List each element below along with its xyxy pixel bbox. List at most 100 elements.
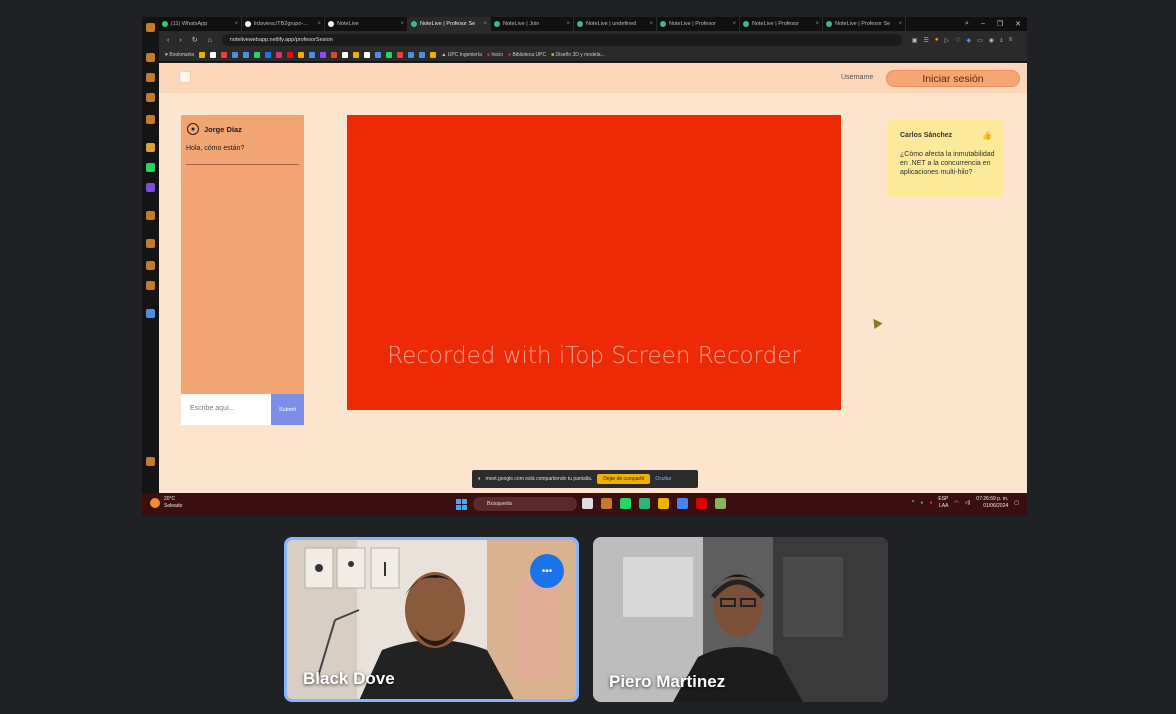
menu-icon[interactable]: ≡ xyxy=(1009,37,1013,44)
app-icon[interactable] xyxy=(146,183,155,192)
wallet-icon[interactable]: ▭ xyxy=(977,37,983,44)
close-icon[interactable]: × xyxy=(400,21,404,27)
app-logo[interactable] xyxy=(179,71,191,83)
browser-tab[interactable]: NoteLive | Profesor × xyxy=(740,17,823,31)
volume-icon[interactable]: ◁) xyxy=(965,500,971,507)
app-icon[interactable] xyxy=(146,53,155,62)
bookmark-item[interactable]: ● Biblioteca UPC xyxy=(508,52,546,58)
back-icon[interactable]: ‹ xyxy=(167,37,169,44)
browser-tab[interactable]: NoteLive | undefined × xyxy=(574,17,657,31)
reload-icon[interactable]: ↻ xyxy=(192,36,198,44)
bookmark-icon[interactable] xyxy=(243,52,250,58)
bookmark-icon[interactable] xyxy=(353,52,360,58)
submit-button[interactable]: Submit xyxy=(271,394,304,425)
tray-icon[interactable]: ● xyxy=(929,500,932,507)
extension-icon[interactable]: ● xyxy=(935,37,939,44)
opera-icon[interactable] xyxy=(696,498,707,509)
download-icon[interactable]: ⤓ xyxy=(1000,37,1003,44)
app-icon[interactable] xyxy=(146,457,155,466)
close-icon[interactable]: × xyxy=(317,21,321,27)
bookmark-icon[interactable] xyxy=(430,52,437,58)
url-field[interactable]: notelivewebapp.netlify.app/profesorSesio… xyxy=(221,34,902,46)
close-icon[interactable]: ✕ xyxy=(1015,20,1021,28)
app-icon[interactable] xyxy=(146,211,155,220)
bookmark-item[interactable]: ▲ UPC Ingeniería xyxy=(441,52,482,58)
bookmark-icon[interactable] xyxy=(331,52,338,58)
maximize-icon[interactable]: ❐ xyxy=(997,20,1003,28)
close-icon[interactable]: × xyxy=(898,21,902,27)
clock-time[interactable]: 07:26:59 p. m. xyxy=(976,496,1008,502)
app-icon[interactable] xyxy=(146,93,155,102)
bookmark-icon[interactable] xyxy=(309,52,316,58)
bookmark-icon[interactable] xyxy=(210,52,217,58)
instagram-icon[interactable] xyxy=(276,52,283,58)
bookmark-icon[interactable] xyxy=(254,52,261,58)
bookmark-icon[interactable] xyxy=(397,52,404,58)
close-icon[interactable]: × xyxy=(566,21,570,27)
hide-button[interactable]: Ocultar xyxy=(655,476,671,482)
participant-tile-piero-martinez[interactable]: Piero Martinez xyxy=(593,537,888,702)
app-icon[interactable] xyxy=(639,498,650,509)
taskbar-search[interactable]: Búsqueda xyxy=(473,497,577,511)
windows-start-icon[interactable] xyxy=(456,499,467,510)
task-view-icon[interactable] xyxy=(582,498,593,509)
browser-tab[interactable]: NoteLive | Join × xyxy=(491,17,574,31)
video-player[interactable]: Recorded with iTop Screen Recorder xyxy=(347,115,841,410)
chat-input[interactable]: Escribe aquí... xyxy=(181,394,271,425)
wifi-icon[interactable]: ◠ xyxy=(954,500,958,507)
browser-tab-active[interactable]: NoteLive | Profesor Se × xyxy=(408,17,491,31)
participant-tile-black-dove[interactable]: •▪• Black Dove xyxy=(284,537,579,702)
bookmark-icon[interactable] xyxy=(419,52,426,58)
thumbs-up-icon[interactable]: 👍 xyxy=(982,131,992,140)
browser-tab[interactable]: (11) WhatsApp × xyxy=(159,17,242,31)
close-icon[interactable]: × xyxy=(732,21,736,27)
bookmark-item[interactable]: ♥ Bookmarks xyxy=(165,52,194,58)
bookmark-icon[interactable] xyxy=(408,52,415,58)
app-icon[interactable] xyxy=(146,23,155,32)
bookmark-icon[interactable] xyxy=(232,52,239,58)
login-button[interactable]: Iniciar sesión xyxy=(886,70,1020,87)
app-icon[interactable] xyxy=(146,73,155,82)
app-icon[interactable] xyxy=(146,261,155,270)
tray-icon[interactable]: ● xyxy=(920,500,923,507)
browser-tab[interactable]: NoteLive × xyxy=(325,17,408,31)
forward-icon[interactable]: › xyxy=(179,37,181,44)
bookmark-icon[interactable] xyxy=(298,52,305,58)
avatar[interactable]: ◉ xyxy=(989,37,994,44)
app-icon[interactable] xyxy=(146,309,155,318)
close-icon[interactable]: × xyxy=(649,21,653,27)
file-explorer-icon[interactable] xyxy=(658,498,669,509)
app-icon[interactable] xyxy=(146,115,155,124)
bookmark-icon[interactable] xyxy=(199,52,206,58)
close-icon[interactable]: × xyxy=(815,21,819,27)
notification-icon[interactable]: ▢ xyxy=(1014,500,1019,507)
play-icon[interactable]: ▷ xyxy=(944,37,949,44)
browser-tab[interactable]: NoteLive | Profesor Se × xyxy=(823,17,906,31)
clock-date[interactable]: 01/06/2024 xyxy=(983,503,1008,509)
home-icon[interactable]: ⌂ xyxy=(208,37,212,44)
heart-icon[interactable]: ♡ xyxy=(955,37,960,44)
youtube-icon[interactable] xyxy=(287,52,294,58)
history-icon[interactable] xyxy=(146,239,155,248)
github-icon[interactable] xyxy=(364,52,371,58)
bookmark-item[interactable]: ■ Diseño 3D y modela... xyxy=(551,52,605,58)
facebook-icon[interactable] xyxy=(265,52,272,58)
lang-indicator[interactable]: ESP LAA xyxy=(938,496,948,510)
app-icon[interactable] xyxy=(146,143,155,152)
extension-icon[interactable]: ☰ xyxy=(923,37,928,44)
settings-icon[interactable] xyxy=(146,281,155,290)
chrome-icon[interactable] xyxy=(677,498,688,509)
bookmark-icon[interactable] xyxy=(375,52,382,58)
bookmark-item[interactable]: ● Inicio xyxy=(487,52,503,58)
app-icon[interactable] xyxy=(715,498,726,509)
bookmark-icon[interactable] xyxy=(342,52,349,58)
tray-chevron-icon[interactable]: ^ xyxy=(912,500,914,507)
close-icon[interactable]: × xyxy=(234,21,238,27)
bookmark-icon[interactable] xyxy=(386,52,393,58)
browser-tab[interactable]: NoteLive | Profesor × xyxy=(657,17,740,31)
search-icon[interactable]: ⌕ xyxy=(965,20,969,28)
whatsapp-icon[interactable] xyxy=(146,163,155,172)
extension-icon[interactable]: ◆ xyxy=(967,37,972,44)
minimize-icon[interactable]: – xyxy=(981,20,985,28)
gmail-icon[interactable] xyxy=(221,52,228,58)
